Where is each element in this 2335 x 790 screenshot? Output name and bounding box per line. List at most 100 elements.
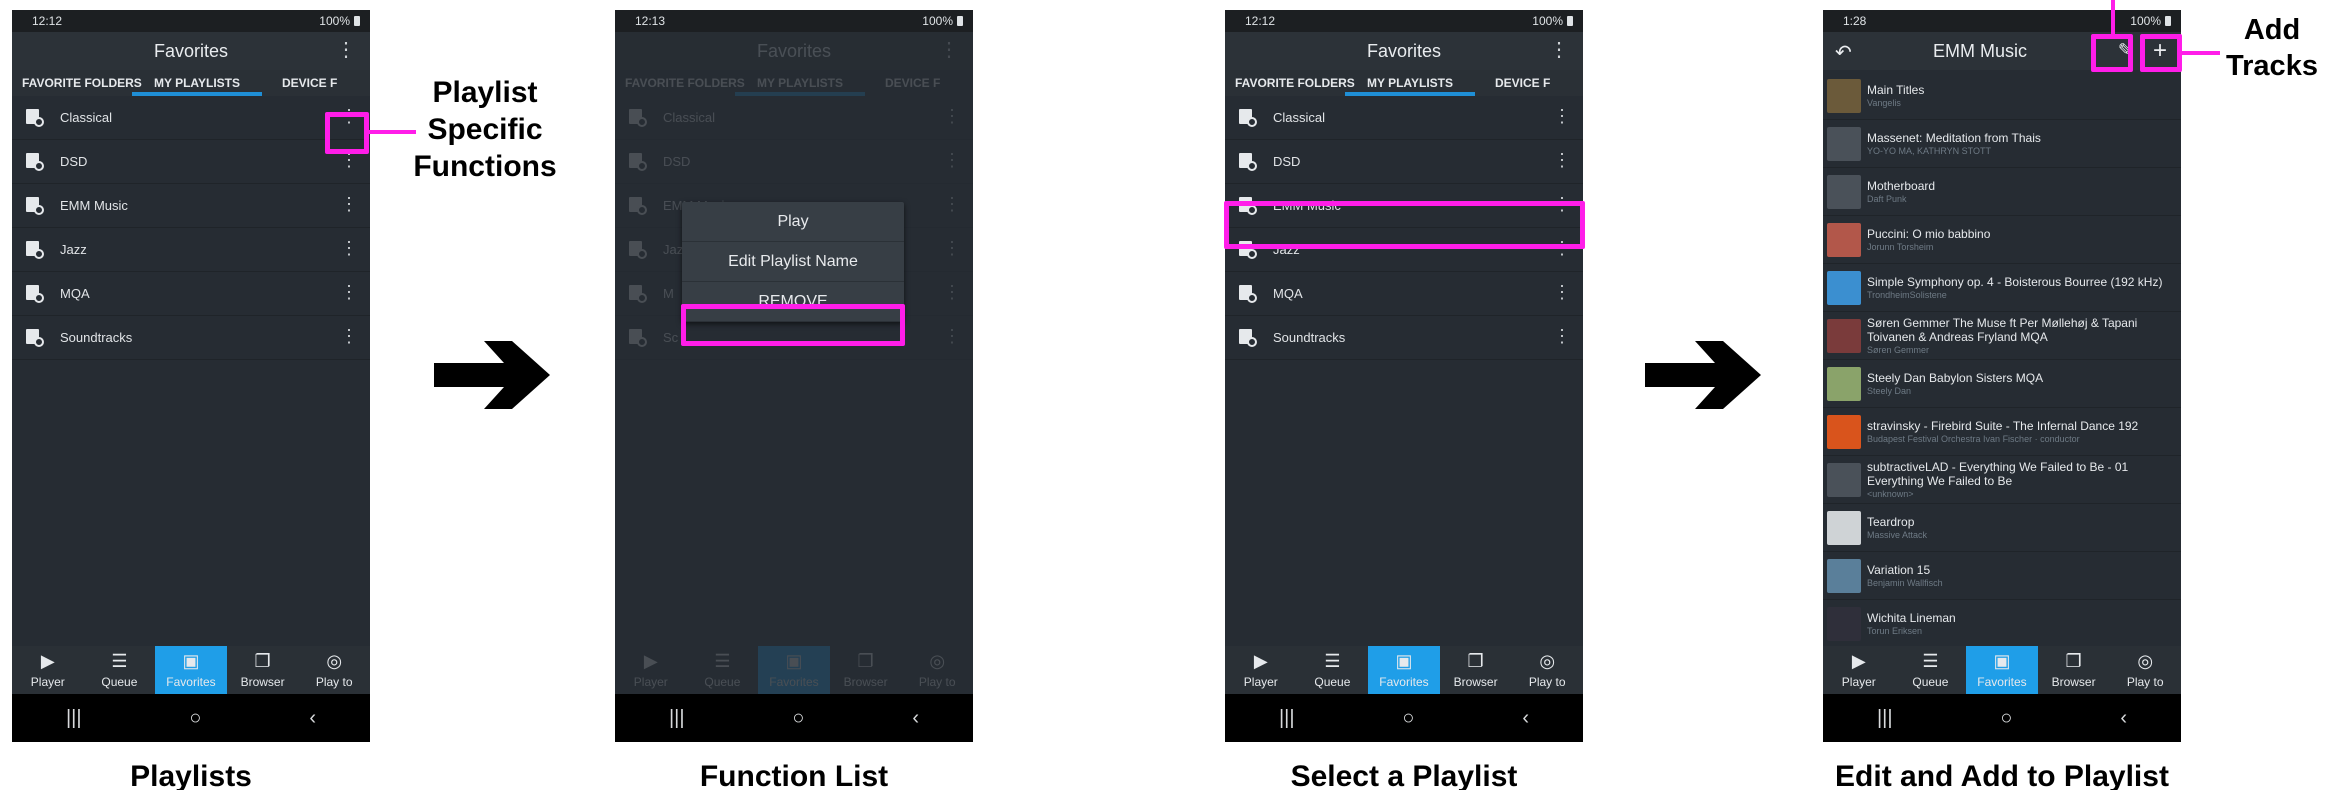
nav-label: Favorites <box>1379 675 1429 689</box>
menu-item-edit-name[interactable]: Edit Playlist Name <box>682 242 904 282</box>
home-icon[interactable]: ○ <box>189 707 201 730</box>
playlist-row[interactable]: Jazz ⋮ <box>12 228 370 272</box>
nav-label: Play to <box>315 675 353 689</box>
playlist-icon <box>26 152 44 171</box>
track-title: Søren Gemmer The Muse ft Per Møllehøj & … <box>1867 315 2138 344</box>
overflow-menu-icon[interactable]: ⋮ <box>336 40 356 60</box>
recents-icon[interactable]: ||| <box>66 707 82 730</box>
playlist-row[interactable]: Classical ⋮ <box>1225 96 1583 140</box>
more-options-icon[interactable]: ⋮ <box>1553 282 1571 302</box>
tab-favorite-folders[interactable]: FAVORITE FOLDERS <box>12 76 142 96</box>
more-options-icon[interactable]: ⋮ <box>1553 106 1571 126</box>
nav-browser: ❐ Browser <box>830 646 902 694</box>
nav-queue[interactable]: ☰ Queue <box>1895 646 1967 694</box>
nav-player[interactable]: ▶ Player <box>1225 646 1297 694</box>
back-icon[interactable]: ‹ <box>1522 707 1529 730</box>
nav-player[interactable]: ▶ Player <box>1823 646 1895 694</box>
more-options-icon[interactable]: ⋮ <box>340 326 358 346</box>
playlist-row[interactable]: Classical ⋮ <box>12 96 370 140</box>
phone-select-playlist: 12:12 100% Favorites ⋮ FAVORITE FOLDERS … <box>1225 10 1583 742</box>
phone-function-list: 12:13 100% Favorites ⋮ FAVORITE FOLDERS … <box>615 10 973 742</box>
track-row[interactable]: subtractiveLAD - Everything We Failed to… <box>1823 456 2181 504</box>
track-artist: Jorunn Torsheim <box>1867 241 1934 252</box>
overflow-menu-icon[interactable]: ⋮ <box>1549 40 1569 60</box>
track-row[interactable]: stravinsky - Firebird Suite - The Infern… <box>1823 408 2181 456</box>
track-row[interactable]: Massenet: Meditation from Thais YO-YO MA,… <box>1823 120 2181 168</box>
nav-queue[interactable]: ☰ Queue <box>84 646 156 694</box>
playlist-row[interactable]: MQA ⋮ <box>12 272 370 316</box>
favorites-icon: ▣ <box>785 651 803 671</box>
tab-device[interactable]: DEVICE F <box>1475 76 1550 96</box>
menu-item-play[interactable]: Play <box>682 202 904 242</box>
more-options-icon[interactable]: ⋮ <box>340 282 358 302</box>
track-row[interactable]: Variation 15 Benjamin Wallfisch <box>1823 552 2181 600</box>
home-icon[interactable]: ○ <box>2000 707 2012 730</box>
nav-browser[interactable]: ❐ Browser <box>227 646 299 694</box>
track-row[interactable]: Steely Dan Babylon Sisters MQA Steely Dan <box>1823 360 2181 408</box>
back-icon[interactable]: ‹ <box>309 707 316 730</box>
playlist-icon <box>26 284 44 303</box>
playlist-row[interactable]: DSD ⋮ <box>1225 140 1583 184</box>
playlist-name: DSD <box>60 154 88 169</box>
track-row[interactable]: Wichita Lineman Torun Eriksen <box>1823 600 2181 648</box>
track-artist: Benjamin Wallfisch <box>1867 577 1943 588</box>
app-bar: Favorites ⋮ <box>615 32 973 70</box>
album-art <box>1827 414 1861 449</box>
track-artist: <unknown> <box>1867 488 1914 499</box>
tab-bar: FAVORITE FOLDERS MY PLAYLISTS DEVICE F <box>12 70 370 96</box>
recents-icon[interactable]: ||| <box>669 707 685 730</box>
tab-device[interactable]: DEVICE F <box>262 76 337 96</box>
status-battery: 100% <box>2130 14 2161 28</box>
track-row[interactable]: Main Titles Vangelis <box>1823 72 2181 120</box>
tab-my-playlists[interactable]: MY PLAYLISTS <box>1345 76 1475 96</box>
more-options-icon[interactable]: ⋮ <box>340 238 358 258</box>
back-icon[interactable]: ‹ <box>2120 707 2127 730</box>
nav-browser[interactable]: ❐ Browser <box>1440 646 1512 694</box>
nav-favorites[interactable]: ▣ Favorites <box>1368 646 1440 694</box>
recents-icon[interactable]: ||| <box>1279 707 1295 730</box>
nav-play-to[interactable]: ◎ Play to <box>298 646 370 694</box>
page-title: Favorites <box>756 40 832 61</box>
app-bar: Favorites ⋮ <box>1225 32 1583 70</box>
back-arrow-icon[interactable]: ↶ <box>1835 40 1852 65</box>
album-art <box>1827 558 1861 593</box>
queue-icon: ☰ <box>714 651 731 671</box>
nav-favorites[interactable]: ▣ Favorites <box>155 646 227 694</box>
tab-my-playlists[interactable]: MY PLAYLISTS <box>132 76 262 96</box>
playlist-row[interactable]: MQA ⋮ <box>1225 272 1583 316</box>
highlight-kebab <box>325 112 369 154</box>
cast-icon: ◎ <box>929 651 946 671</box>
playlist-row[interactable]: Soundtracks ⋮ <box>1225 316 1583 360</box>
nav-player: ▶ Player <box>615 646 687 694</box>
nav-browser[interactable]: ❐ Browser <box>2038 646 2110 694</box>
more-options-icon[interactable]: ⋮ <box>1553 150 1571 170</box>
playlist-row[interactable]: EMM Music ⋮ <box>12 184 370 228</box>
recents-icon[interactable]: ||| <box>1877 707 1893 730</box>
more-options-icon: ⋮ <box>943 238 961 258</box>
nav-queue[interactable]: ☰ Queue <box>1297 646 1369 694</box>
back-icon[interactable]: ‹ <box>912 707 919 730</box>
nav-favorites[interactable]: ▣ Favorites <box>1966 646 2038 694</box>
playlist-name: Classical <box>663 110 716 125</box>
battery-icon <box>957 16 963 26</box>
home-icon[interactable]: ○ <box>1402 707 1414 730</box>
nav-player[interactable]: ▶ Player <box>12 646 84 694</box>
home-icon[interactable]: ○ <box>792 707 804 730</box>
system-nav-bar: ||| ○ ‹ <box>12 694 370 742</box>
track-row[interactable]: Motherboard Daft Punk <box>1823 168 2181 216</box>
play-icon: ▶ <box>643 651 658 671</box>
playlist-row[interactable]: DSD ⋮ <box>12 140 370 184</box>
cast-icon: ◎ <box>326 651 343 671</box>
track-row[interactable]: Simple Symphony op. 4 - Boisterous Bourr… <box>1823 264 2181 312</box>
more-options-icon[interactable]: ⋮ <box>1553 326 1571 346</box>
track-row[interactable]: Søren Gemmer The Muse ft Per Møllehøj & … <box>1823 312 2181 360</box>
playlist-row[interactable]: Soundtracks ⋮ <box>12 316 370 360</box>
track-row[interactable]: Teardrop Massive Attack <box>1823 504 2181 552</box>
track-row[interactable]: Puccini: O mio babbino Jorunn Torsheim <box>1823 216 2181 264</box>
tab-favorite-folders[interactable]: FAVORITE FOLDERS <box>1225 76 1355 96</box>
nav-play-to[interactable]: ◎ Play to <box>2109 646 2181 694</box>
album-art <box>1827 366 1861 401</box>
more-options-icon[interactable]: ⋮ <box>340 194 358 214</box>
nav-play-to[interactable]: ◎ Play to <box>1511 646 1583 694</box>
bottom-nav: ▶ Player ☰ Queue ▣ Favorites ❐ Browser ◎ Play… <box>615 646 973 694</box>
